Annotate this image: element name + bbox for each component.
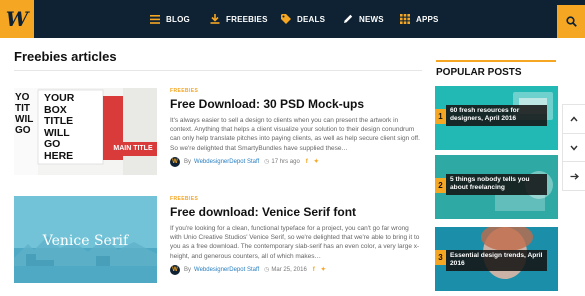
article-excerpt: It's always easier to sell a design to c…	[170, 117, 420, 152]
post-title: Essential design trends, April 2016	[446, 250, 547, 271]
nav-item-freebies[interactable]: FREEBIES	[210, 0, 268, 38]
arrow-right-icon[interactable]	[563, 162, 585, 190]
article-time: 17 hrs ago	[271, 158, 300, 165]
article-byline: W By WebdesignerDepot Staff ◷ 17 hrs ago…	[170, 156, 422, 167]
chevron-down-icon[interactable]	[563, 134, 585, 163]
article-thumbnail[interactable]: Venice Serif	[14, 196, 157, 283]
author-avatar: W	[170, 264, 180, 275]
floating-side-rail	[562, 104, 585, 191]
post-title: 60 fresh resources for designers, April …	[446, 105, 547, 126]
nav-item-label: BLOG	[166, 14, 190, 24]
nav-item-label: NEWS	[359, 14, 384, 24]
logo[interactable]: W	[0, 0, 34, 38]
popular-post[interactable]: 3 Essential design trends, April 2016	[435, 227, 558, 291]
thumb-left-words: YO TIT WIL GO	[15, 92, 34, 136]
article-byline: W By WebdesignerDepot Staff ◷ Mar 25, 20…	[170, 264, 422, 275]
popular-posts-title: POPULAR POSTS	[436, 67, 522, 78]
grid-icon	[400, 14, 410, 24]
thumb-badge: MAIN TITLE	[113, 145, 153, 152]
section-accent-rule	[436, 60, 556, 62]
nav-item-label: DEALS	[297, 14, 326, 24]
article-card: Venice Serif FREEBIES Free download: Ven…	[14, 196, 422, 296]
article-headline[interactable]: Free download: Venice Serif font	[170, 205, 422, 219]
chevron-up-icon[interactable]	[563, 105, 585, 134]
clock-icon: ◷	[264, 267, 270, 274]
article-category[interactable]: FREEBIES	[170, 88, 422, 94]
nav-item-apps[interactable]: APPS	[400, 0, 439, 38]
search-icon	[565, 16, 577, 27]
post-number: 3	[435, 250, 446, 265]
thumb-title: Venice Serif	[42, 233, 129, 249]
post-title: 5 things nobody tells you about freelanc…	[446, 174, 547, 195]
facebook-icon[interactable]: f	[306, 159, 308, 165]
download-icon	[210, 14, 220, 24]
popular-post[interactable]: 2 5 things nobody tells you about freela…	[435, 155, 558, 219]
tag-icon	[281, 14, 291, 24]
article-meta: FREEBIES Free Download: 30 PSD Mock-ups …	[170, 88, 422, 167]
twitter-icon[interactable]: ✦	[321, 266, 326, 273]
top-navigation-bar: W BLOG FREEBIES DEALS NEWS APPS	[0, 0, 585, 38]
divider	[14, 70, 422, 71]
post-number: 1	[435, 109, 446, 124]
article-headline[interactable]: Free Download: 30 PSD Mock-ups	[170, 97, 422, 111]
list-icon	[150, 14, 160, 24]
nav-item-news[interactable]: NEWS	[343, 0, 384, 38]
search-button[interactable]	[557, 5, 585, 38]
post-number: 2	[435, 178, 446, 193]
twitter-icon[interactable]: ✦	[314, 158, 319, 165]
thumb-box-words: YOUR BOX TITLE WILL GO HERE	[44, 92, 75, 162]
nav-item-deals[interactable]: DEALS	[281, 0, 325, 38]
article-meta: FREEBIES Free download: Venice Serif fon…	[170, 196, 422, 275]
page-title: Freebies articles	[14, 49, 117, 64]
nav-item-label: FREEBIES	[226, 14, 268, 24]
pencil-icon	[344, 14, 353, 23]
mockup-boxes-image	[14, 88, 157, 175]
article-category[interactable]: FREEBIES	[170, 196, 422, 202]
nav-item-label: APPS	[416, 14, 439, 24]
popular-post[interactable]: 1 60 fresh resources for designers, Apri…	[435, 86, 558, 150]
clock-icon: ◷	[264, 159, 270, 166]
nav-item-blog[interactable]: BLOG	[150, 0, 190, 38]
facebook-icon[interactable]: f	[313, 267, 315, 273]
article-excerpt: If you're looking for a clean, functiona…	[170, 225, 420, 260]
author-link[interactable]: WebdesignerDepot Staff	[194, 159, 259, 165]
author-link[interactable]: WebdesignerDepot Staff	[194, 267, 259, 273]
article-card: YO TIT WIL GO YOUR BOX TITLE WILL GO HER…	[14, 88, 422, 180]
article-thumbnail[interactable]: YO TIT WIL GO YOUR BOX TITLE WILL GO HER…	[14, 88, 157, 175]
author-avatar: W	[170, 156, 180, 167]
article-time: Mar 25, 2016	[271, 266, 307, 273]
